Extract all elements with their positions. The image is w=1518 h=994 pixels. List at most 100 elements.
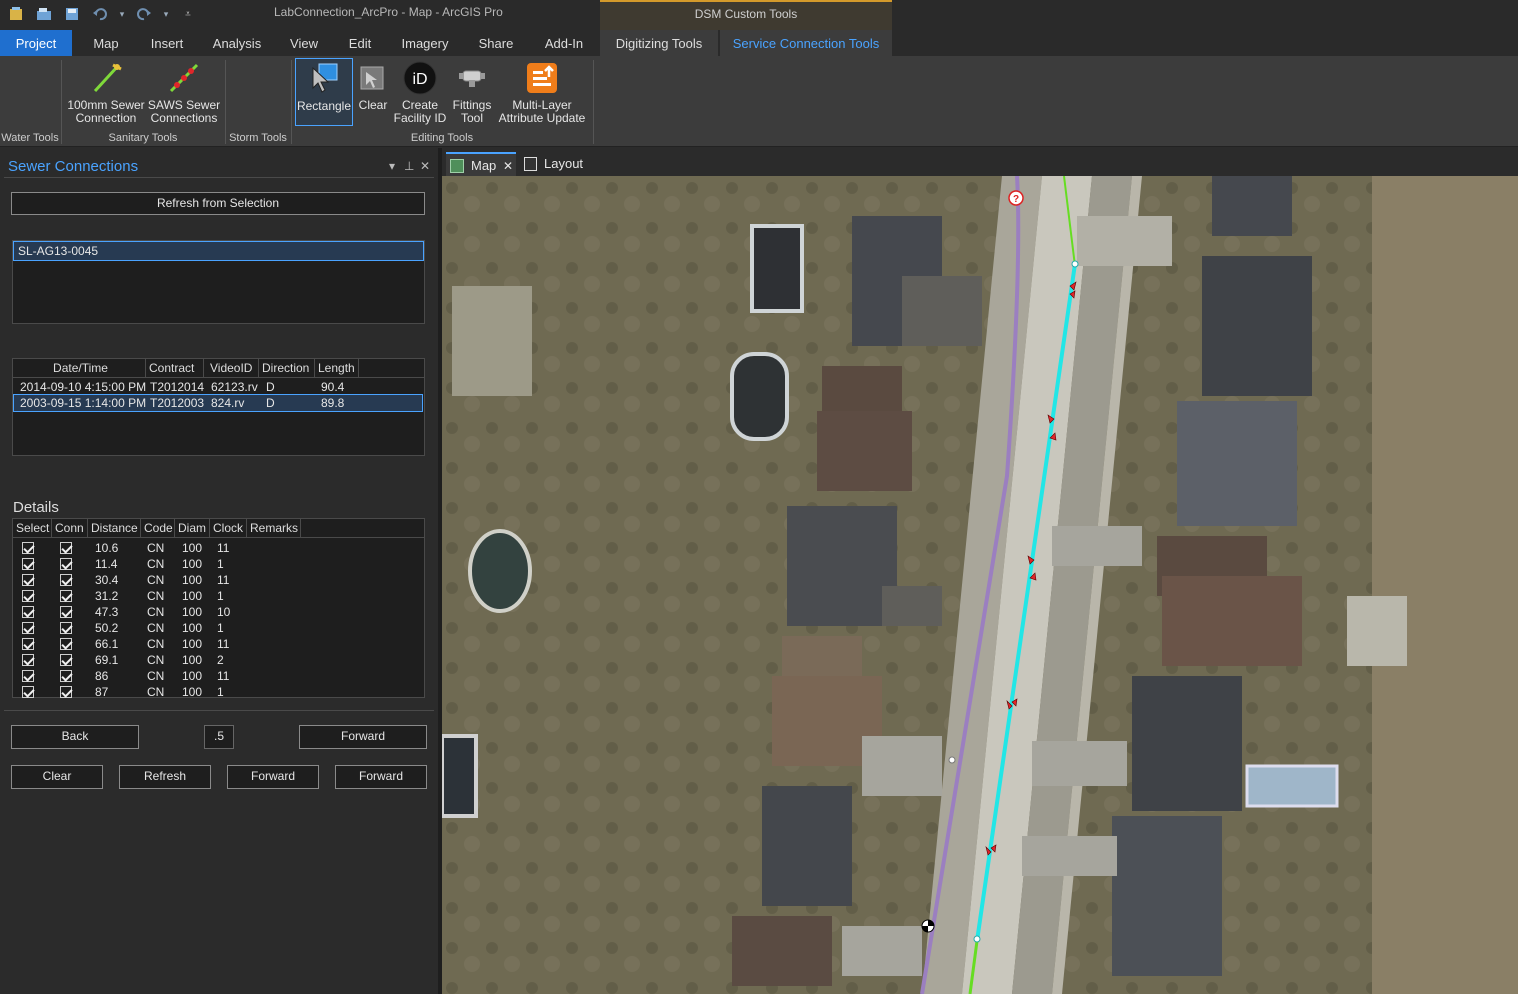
table-row-selected[interactable]: 2003-09-15 1:14:00 PM T2012003 824.rv D … <box>13 394 423 412</box>
line-vertex[interactable] <box>1071 260 1079 268</box>
col-select[interactable]: Select <box>13 519 52 537</box>
create-facility-id-button[interactable]: iD Create Facility ID <box>392 58 448 125</box>
select-checkbox[interactable] <box>22 622 34 634</box>
save-icon[interactable] <box>62 4 82 24</box>
conn-checkbox[interactable] <box>60 590 72 602</box>
table-row[interactable]: 10.6 CN 100 11 <box>14 540 422 556</box>
tab-view[interactable]: View <box>280 30 328 56</box>
refresh-from-selection-button[interactable]: Refresh from Selection <box>11 192 425 215</box>
pin-icon[interactable]: ⊥ <box>404 159 414 173</box>
col-length[interactable]: Length <box>315 359 359 377</box>
multi-layer-attribute-update-button[interactable]: Multi-Layer Attribute Update <box>496 58 588 125</box>
tab-project[interactable]: Project <box>0 30 72 56</box>
col-distance[interactable]: Distance <box>88 519 141 537</box>
forward-button-2[interactable]: Forward <box>227 765 319 789</box>
clear-selection-button[interactable]: Clear <box>355 58 391 112</box>
saws-sewer-connections-button[interactable]: SAWS Sewer Connections <box>146 58 222 125</box>
tab-edit[interactable]: Edit <box>338 30 382 56</box>
col-datetime[interactable]: Date/Time <box>13 359 146 377</box>
tab-share[interactable]: Share <box>468 30 524 56</box>
table-row[interactable]: 50.2 CN 100 1 <box>14 620 422 636</box>
cell-direction: D <box>266 380 275 394</box>
redo-icon[interactable] <box>134 4 154 24</box>
question-marker-glyph: ? <box>1013 194 1019 205</box>
sewer-100mm-connection-button[interactable]: 100mm Sewer Connection <box>66 58 146 125</box>
select-checkbox[interactable] <box>22 686 34 698</box>
conn-checkbox[interactable] <box>60 606 72 618</box>
cell-code: CN <box>147 573 165 587</box>
table-row[interactable]: 47.3 CN 100 10 <box>14 604 422 620</box>
table-row[interactable]: 86 CN 100 11 <box>14 668 422 684</box>
back-button[interactable]: Back <box>11 725 139 749</box>
tab-analysis[interactable]: Analysis <box>204 30 270 56</box>
connection-id-list[interactable]: SL-AG13-0045 <box>12 240 425 324</box>
conn-checkbox[interactable] <box>60 654 72 666</box>
customize-qat-icon[interactable]: ⩡ <box>178 4 198 24</box>
col-remarks[interactable]: Remarks <box>247 519 301 537</box>
context-tab-header: DSM Custom Tools <box>600 0 892 30</box>
clear-button[interactable]: Clear <box>11 765 103 789</box>
cell-diam: 100 <box>182 685 203 699</box>
tab-layout-view[interactable]: Layout <box>520 152 588 176</box>
tab-digitizing-tools[interactable]: Digitizing Tools <box>600 30 718 56</box>
tab-add-in[interactable]: Add-In <box>534 30 594 56</box>
table-row[interactable]: 69.1 CN 100 2 <box>14 652 422 668</box>
map-view[interactable]: ? <box>442 176 1518 994</box>
table-row[interactable]: 66.1 CN 100 11 <box>14 636 422 652</box>
refresh-button[interactable]: Refresh <box>119 765 211 789</box>
line-vertex[interactable] <box>948 756 956 764</box>
rectangle-select-button[interactable]: Rectangle <box>295 58 353 126</box>
table-row[interactable]: 31.2 CN 100 1 <box>14 588 422 604</box>
col-contract[interactable]: Contract <box>146 359 204 377</box>
tab-insert[interactable]: Insert <box>140 30 194 56</box>
conn-checkbox[interactable] <box>60 638 72 650</box>
conn-checkbox[interactable] <box>60 670 72 682</box>
close-icon[interactable]: ✕ <box>420 159 430 173</box>
select-checkbox[interactable] <box>22 590 34 602</box>
tab-map-view[interactable]: Map ✕ <box>446 152 516 176</box>
select-checkbox[interactable] <box>22 542 34 554</box>
select-checkbox[interactable] <box>22 574 34 586</box>
col-clock[interactable]: Clock <box>210 519 247 537</box>
forward-button[interactable]: Forward <box>299 725 427 749</box>
conn-checkbox[interactable] <box>60 574 72 586</box>
table-row[interactable]: 87 CN 100 1 <box>14 684 422 700</box>
undo-icon[interactable] <box>90 4 110 24</box>
window-title: LabConnection_ArcPro - Map - ArcGIS Pro <box>274 5 503 19</box>
new-project-icon[interactable] <box>6 4 26 24</box>
table-row[interactable]: 30.4 CN 100 11 <box>14 572 422 588</box>
col-code[interactable]: Code <box>141 519 175 537</box>
tab-service-connection-tools[interactable]: Service Connection Tools <box>720 30 892 56</box>
undo-dropdown-icon[interactable]: ▾ <box>118 4 126 24</box>
table-row[interactable]: 11.4 CN 100 1 <box>14 556 422 572</box>
open-project-icon[interactable] <box>34 4 54 24</box>
table-row[interactable]: 2014-09-10 4:15:00 PM T2012014 62123.rv … <box>14 379 422 395</box>
conn-checkbox[interactable] <box>60 542 72 554</box>
tab-map[interactable]: Map <box>82 30 130 56</box>
fittings-tool-button[interactable]: Fittings Tool <box>448 58 496 125</box>
col-videoid[interactable]: VideoID <box>204 359 259 377</box>
list-item-selected[interactable]: SL-AG13-0045 <box>13 241 424 261</box>
step-input[interactable]: .5 <box>204 725 234 749</box>
pane-options-icon[interactable]: ▾ <box>389 159 395 173</box>
select-checkbox[interactable] <box>22 638 34 650</box>
manhole-icon[interactable] <box>921 919 935 933</box>
conn-checkbox[interactable] <box>60 686 72 698</box>
redo-dropdown-icon[interactable]: ▾ <box>162 4 170 24</box>
group-label-water: Water Tools <box>1 132 59 144</box>
col-conn[interactable]: Conn <box>52 519 88 537</box>
select-checkbox[interactable] <box>22 558 34 570</box>
cell-clock: 11 <box>217 573 230 587</box>
tab-imagery[interactable]: Imagery <box>392 30 458 56</box>
select-checkbox[interactable] <box>22 670 34 682</box>
col-diam[interactable]: Diam <box>175 519 210 537</box>
select-checkbox[interactable] <box>22 606 34 618</box>
aerial-map[interactable]: ? <box>442 176 1518 994</box>
col-direction[interactable]: Direction <box>259 359 315 377</box>
forward-button-3[interactable]: Forward <box>335 765 427 789</box>
conn-checkbox[interactable] <box>60 558 72 570</box>
select-checkbox[interactable] <box>22 654 34 666</box>
conn-checkbox[interactable] <box>60 622 72 634</box>
close-map-tab-icon[interactable]: ✕ <box>503 154 513 178</box>
line-vertex[interactable] <box>973 935 981 943</box>
